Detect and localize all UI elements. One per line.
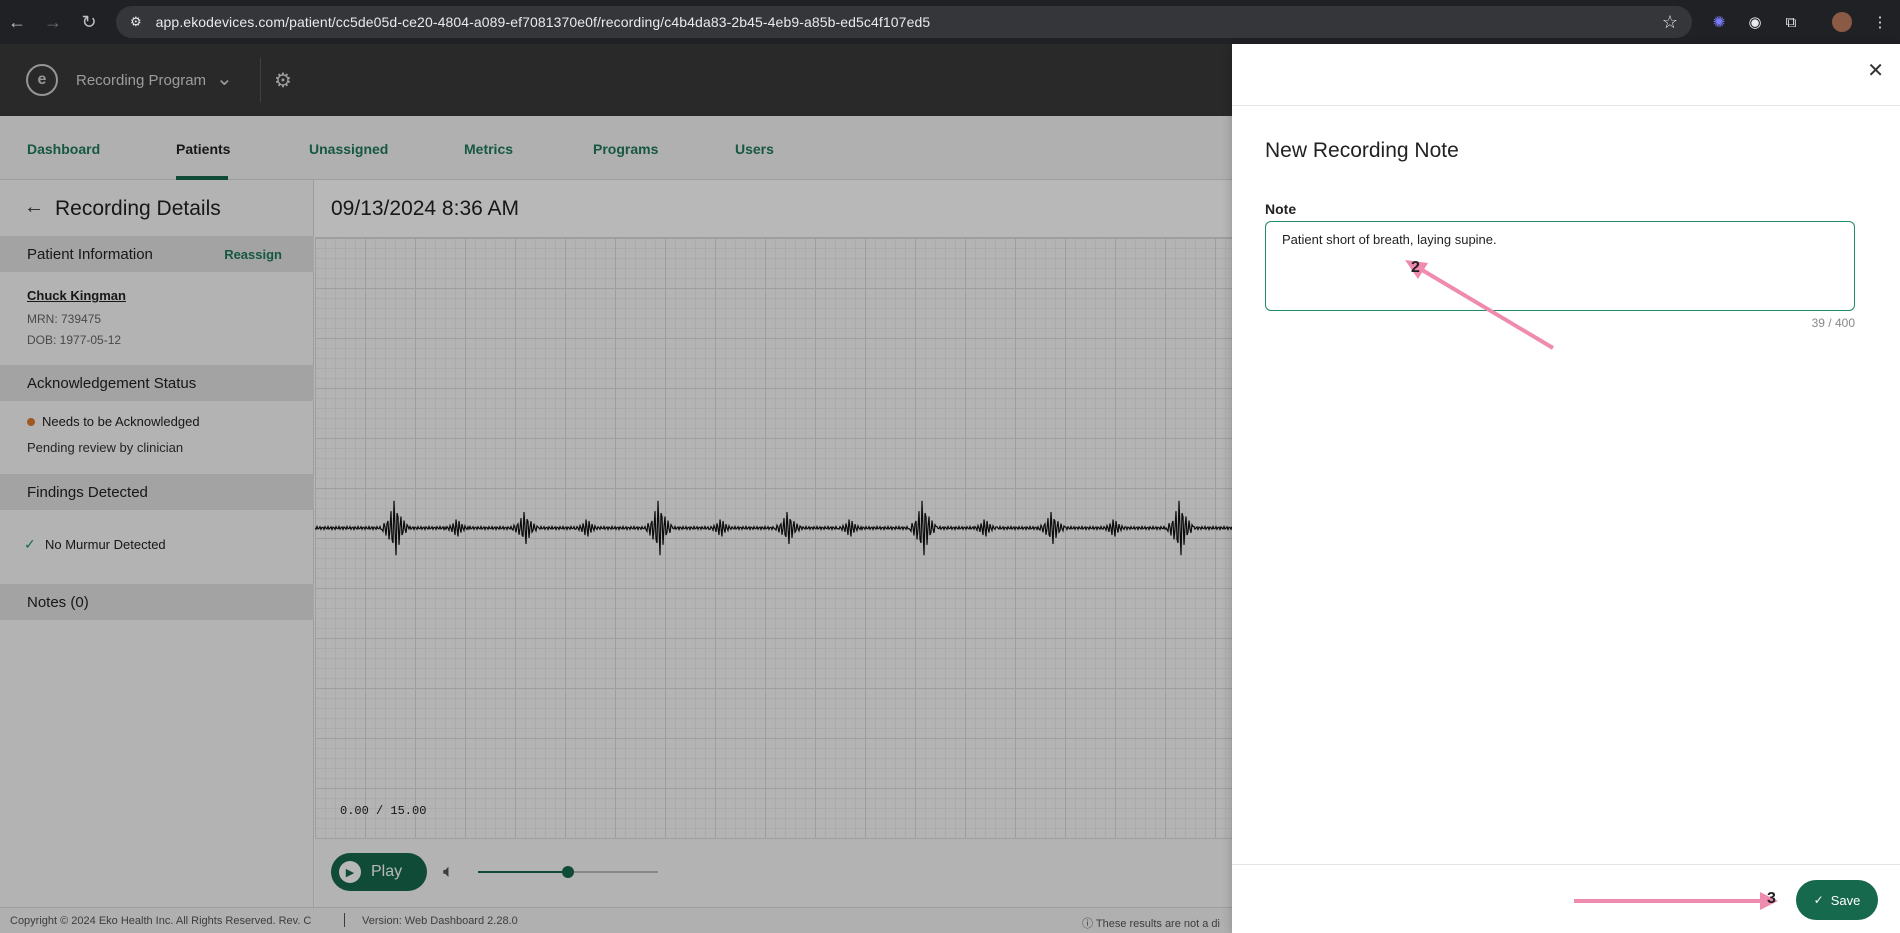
annotation-arrow	[1410, 262, 1555, 350]
annotation-step-3: 3	[1767, 890, 1776, 907]
annotation-layer	[1405, 260, 1778, 910]
annotation-step-2: 2	[1411, 259, 1420, 276]
